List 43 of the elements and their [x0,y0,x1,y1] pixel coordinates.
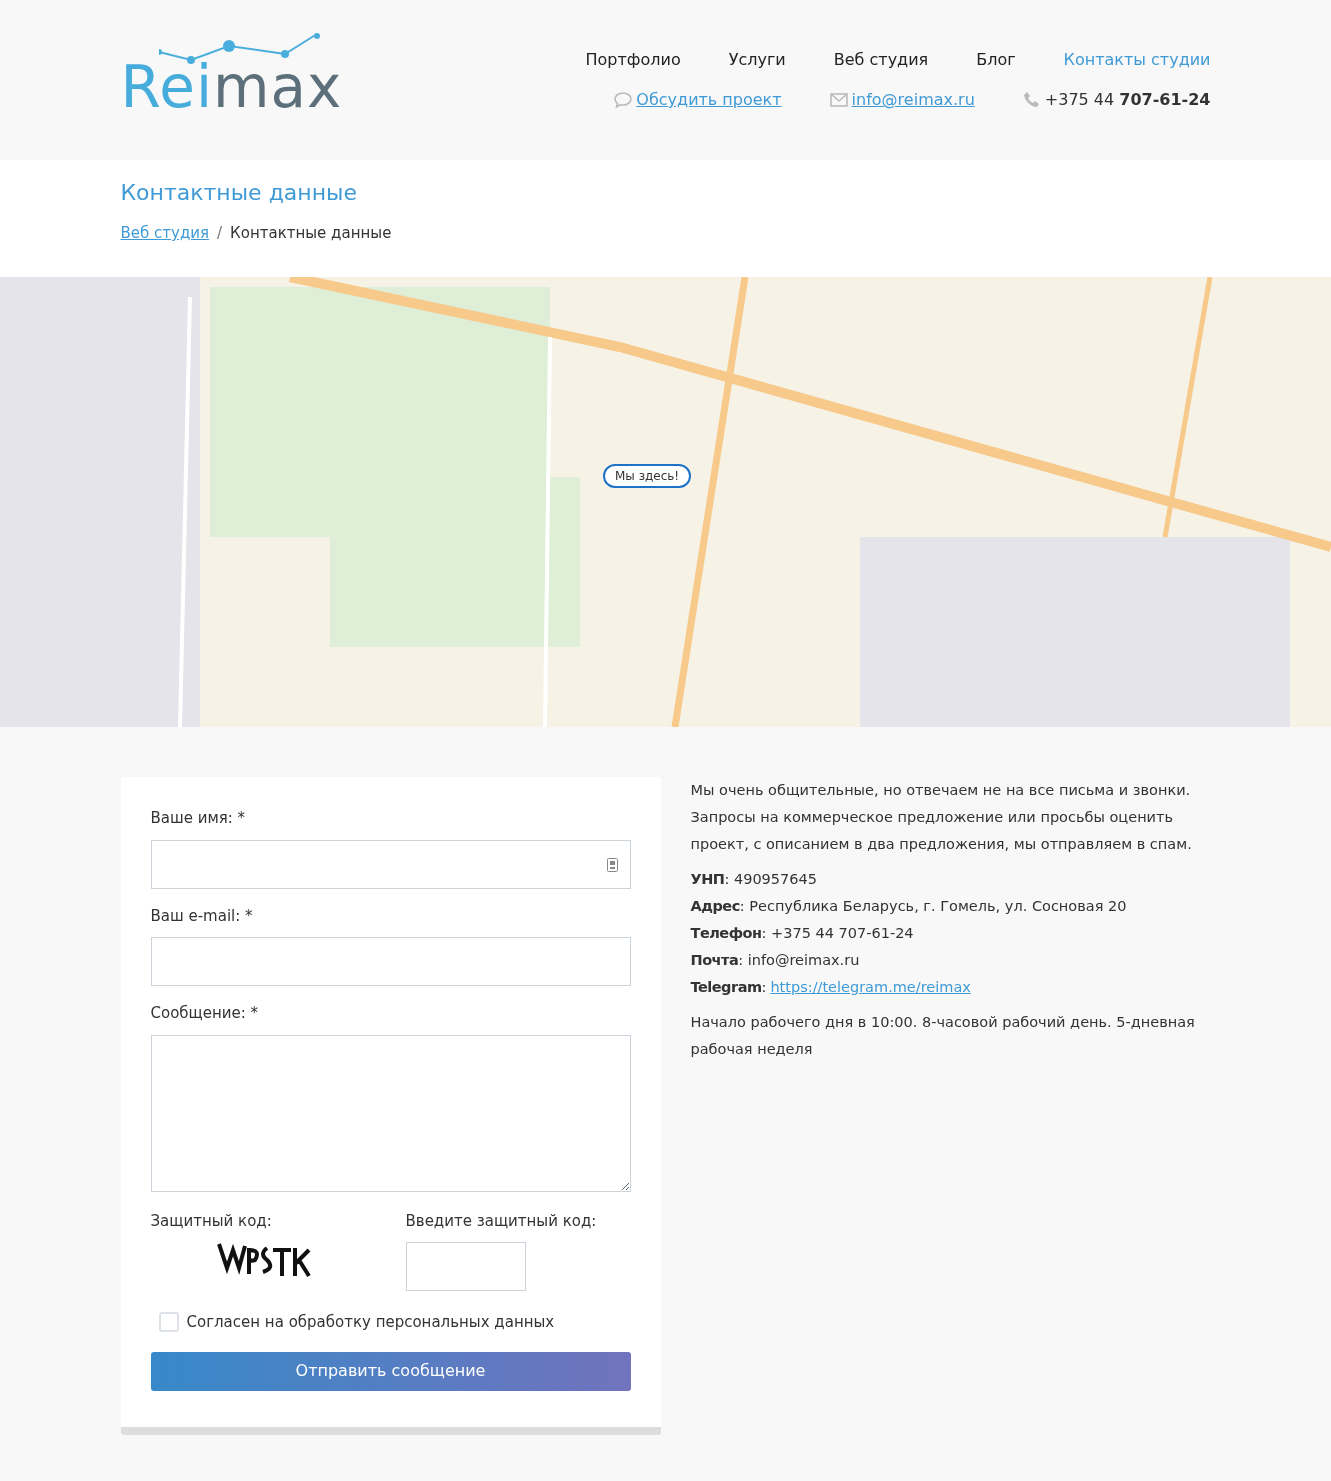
info-colon: : [761,978,767,997]
discuss-project-link[interactable]: Обсудить проект [636,88,782,112]
breadcrumb-current: Контактные данные [230,223,392,245]
breadcrumb-separator: / [217,223,223,245]
consent-checkbox[interactable] [158,1312,179,1333]
nav-link[interactable]: Веб студия [833,48,929,72]
info-value: : Республика Беларусь, г. Гомель, ул. Сосновая 20 [739,897,1127,916]
nav-link[interactable]: Услуги [728,48,786,72]
info-label: Почта [690,951,739,970]
info-value: : +375 44 707-61-24 [761,924,914,943]
envelope-icon [829,93,848,107]
map-marker: Мы здесь! [603,464,692,488]
field-label: Ваше имя: * [150,808,247,829]
nav-link[interactable]: Контакты студии [1063,48,1211,72]
captcha-label: Защитный код: [150,1210,273,1232]
nav-link[interactable]: Портфолио [585,48,681,72]
chat-icon [614,92,633,108]
info-label: УНП [690,870,725,889]
info-label: Телефон [690,924,762,943]
info-value: : info@reimax.ru [738,951,860,970]
consent-label: Согласен на обработку персональных данных [186,1312,555,1333]
input-field[interactable] [150,937,631,986]
message-field[interactable] [150,1034,631,1192]
phone-icon [1022,91,1041,109]
telegram-link[interactable]: https://telegram.me/reimax [770,974,971,1001]
autofill-icon[interactable] [606,857,618,872]
field-label: Ваш e-mail: * [150,905,254,927]
captcha-field[interactable] [405,1242,526,1291]
email-link[interactable]: info@reimax.ru [851,88,975,112]
info-label: Адрес [690,897,740,916]
logo-text[interactable]: Reimax [120,58,359,116]
captcha-input-label: Введите защитный код: [405,1210,597,1232]
nav-link[interactable]: Блог [976,48,1016,72]
intro-text: Мы очень общительные, но отвечаем не на все письма и звонки. Запросы на коммерческое предложение или просьбы оценить проект, с описанием в два предложения, мы отправляем в спам. [690,781,1193,854]
info-value: : 490957645 [724,870,817,889]
field-label: Сообщение: * [150,1003,260,1024]
info-label: Telegram [690,978,762,997]
working-hours-text: Начало рабочего дня в 10:00. 8-часовой рабочий день. 5-дневная рабочая неделя [690,1013,1196,1059]
submit-button[interactable]: Отправить сообщение [150,1351,631,1391]
input-field[interactable] [150,839,631,889]
breadcrumb-link[interactable]: Веб студия [120,222,210,245]
phone-number: +375 44 707-61-24 [1044,89,1211,111]
page-title: Контактные данные [120,180,358,207]
